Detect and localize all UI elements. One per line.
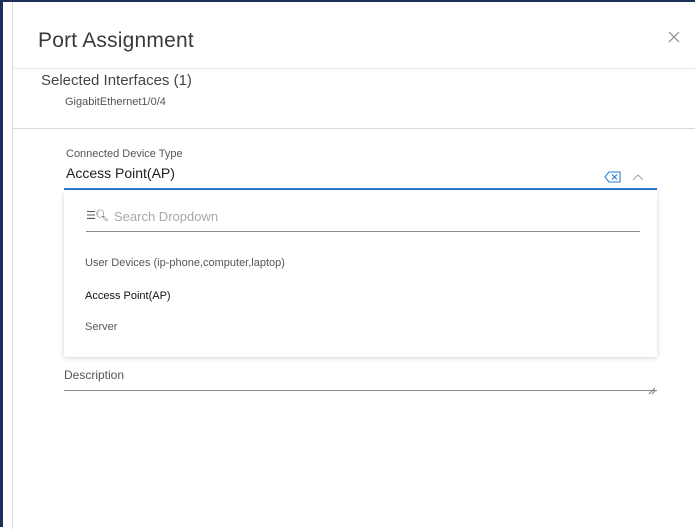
dropdown-option-server[interactable]: Server — [85, 321, 117, 333]
search-dropdown-input[interactable] — [114, 203, 634, 229]
clear-selection-button[interactable] — [604, 170, 622, 183]
dialog-title: Port Assignment — [38, 29, 194, 52]
dropdown-option-user-devices[interactable]: User Devices (ip-phone,computer,laptop) — [85, 257, 285, 269]
connected-device-type-select[interactable]: Access Point(AP) — [66, 165, 175, 181]
close-button[interactable] — [665, 28, 683, 46]
connected-device-type-label: Connected Device Type — [66, 148, 183, 160]
header-divider — [13, 68, 695, 69]
description-input[interactable] — [64, 390, 657, 391]
dialog-edge — [12, 2, 13, 529]
selected-interfaces-title: Selected Interfaces (1) — [41, 72, 192, 89]
filter-search-icon: ☰🔍︎ — [86, 210, 109, 222]
dropdown-search: ☰🔍︎ — [86, 203, 640, 232]
dropdown-option-access-point[interactable]: Access Point(AP) — [85, 290, 171, 302]
description-label: Description — [64, 368, 125, 382]
resize-handle-icon[interactable] — [648, 382, 656, 395]
chevron-up-icon — [632, 174, 644, 181]
port-assignment-dialog: Port Assignment Selected Interfaces (1) … — [0, 0, 695, 529]
connected-device-type-underline — [64, 188, 657, 190]
close-icon — [668, 31, 680, 43]
device-type-dropdown-menu: ☰🔍︎ User Devices (ip-phone,computer,lapt… — [64, 191, 657, 357]
selected-interface-item: GigabitEthernet1/0/4 — [65, 96, 166, 108]
section-divider — [13, 128, 695, 129]
dropdown-toggle-button[interactable] — [632, 170, 644, 181]
backspace-clear-icon — [604, 171, 621, 183]
